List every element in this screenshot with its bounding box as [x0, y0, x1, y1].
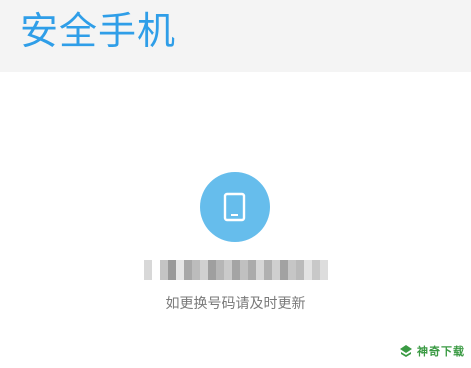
watermark-text: 神奇下载	[417, 345, 465, 358]
phone-icon	[223, 192, 246, 222]
top-bar: 安全手机	[0, 0, 471, 72]
watermark: 神奇下载	[398, 342, 465, 360]
download-leaf-icon	[400, 345, 412, 357]
phone-badge	[200, 172, 270, 242]
update-number-hint: 如更换号码请及时更新	[165, 296, 306, 312]
masked-phone-number	[144, 260, 328, 280]
page-title: 安全手机	[20, 9, 177, 53]
